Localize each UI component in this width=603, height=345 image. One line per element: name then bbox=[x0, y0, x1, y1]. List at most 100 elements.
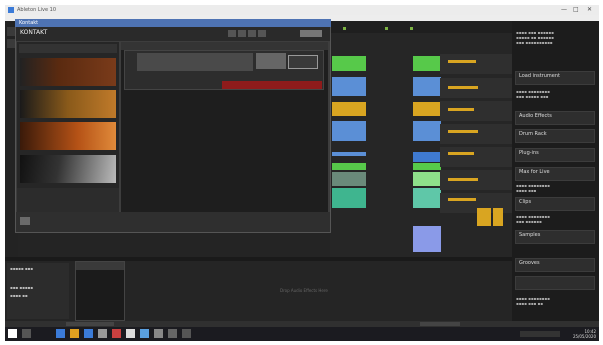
plugin-footer bbox=[16, 212, 330, 232]
library-header[interactable] bbox=[19, 44, 117, 53]
browser-item[interactable]: Max for Live bbox=[515, 167, 595, 181]
search-icon[interactable] bbox=[22, 329, 31, 338]
plugin-logo: KONTAKT bbox=[20, 29, 48, 36]
status-segment bbox=[66, 322, 114, 326]
plugin-toolbar bbox=[16, 27, 330, 41]
clip-slot[interactable] bbox=[332, 152, 366, 156]
plugin-title: Kontakt bbox=[19, 20, 39, 26]
taskbar-clock[interactable]: 10:42 25/05/2020 bbox=[572, 329, 596, 339]
plugin-footer-button[interactable] bbox=[20, 217, 30, 225]
minimize-button[interactable]: — bbox=[561, 6, 567, 13]
io-label: ▪▪▪▪▪ ▪▪▪ bbox=[10, 266, 33, 271]
track-header-row bbox=[330, 21, 512, 33]
browser-item[interactable]: Grooves bbox=[515, 258, 595, 272]
browser-item[interactable]: Drum Rack bbox=[515, 129, 595, 143]
app-icon[interactable] bbox=[112, 329, 121, 338]
start-icon[interactable] bbox=[8, 329, 17, 338]
track-mixer-strip[interactable] bbox=[440, 101, 512, 121]
app-icon[interactable] bbox=[98, 329, 107, 338]
maximize-button[interactable]: □ bbox=[573, 6, 579, 13]
track-level-meter bbox=[448, 60, 476, 63]
track-solo-button[interactable] bbox=[493, 208, 503, 226]
clock-date: 25/05/2020 bbox=[572, 334, 596, 339]
options-button[interactable] bbox=[238, 30, 246, 37]
browser-item[interactable]: Audio Effects bbox=[515, 111, 595, 125]
clip-slot[interactable] bbox=[413, 172, 441, 186]
app-icon[interactable] bbox=[168, 329, 177, 338]
view-button[interactable] bbox=[248, 30, 256, 37]
browser-item[interactable]: Plug-ins bbox=[515, 148, 595, 162]
clip-slot[interactable] bbox=[413, 226, 441, 252]
close-button[interactable]: ✕ bbox=[587, 6, 592, 13]
clip-slot[interactable] bbox=[332, 56, 366, 71]
instrument-logo bbox=[288, 55, 318, 69]
track-mixer-strip[interactable] bbox=[440, 147, 512, 167]
clip-slot[interactable] bbox=[332, 188, 366, 208]
clip-slot[interactable] bbox=[413, 188, 441, 208]
track-io-panel: ▪▪▪▪▪ ▪▪▪ ▪▪▪ ▪▪▪▪▪ ▪▪▪▪ ▪▪ bbox=[7, 263, 69, 319]
explorer-icon[interactable] bbox=[70, 329, 79, 338]
clip-slot[interactable] bbox=[332, 121, 366, 141]
clip-slot[interactable] bbox=[413, 152, 441, 162]
window-title: Ableton Live 10 bbox=[17, 7, 56, 13]
clip-slot[interactable] bbox=[332, 163, 366, 170]
instrument-banner bbox=[137, 53, 253, 71]
clip-slot[interactable] bbox=[413, 102, 441, 116]
track-level-meter bbox=[448, 130, 478, 133]
info-text: ▪▪▪▪ ▪▪▪▪▪▪▪▪ ▪▪▪▪ ▪▪▪ ▪▪ bbox=[516, 296, 550, 306]
clip-slot[interactable] bbox=[413, 77, 441, 96]
track-level-meter bbox=[448, 178, 478, 181]
drop-hint: Drop Audio Effects Here bbox=[280, 288, 328, 293]
screen: Ableton Live 10 — □ ✕ ▪▪▪▪ ▪▪▪ ▪▪▪▪▪▪ ▪▪… bbox=[0, 0, 603, 345]
instrument-device[interactable] bbox=[75, 261, 125, 321]
instrument-knobs[interactable] bbox=[256, 53, 286, 69]
app-icon[interactable] bbox=[140, 329, 149, 338]
clip-slot[interactable] bbox=[332, 77, 366, 96]
library-thumbnail[interactable] bbox=[20, 155, 116, 183]
clip-slot[interactable] bbox=[332, 172, 366, 186]
track-level-meter bbox=[448, 86, 478, 89]
library-thumbnail[interactable] bbox=[20, 58, 116, 86]
rack-header bbox=[121, 42, 328, 50]
track-activator-button[interactable] bbox=[477, 208, 491, 226]
app-icon[interactable] bbox=[154, 329, 163, 338]
taskview-icon[interactable] bbox=[56, 329, 65, 338]
clip-slot[interactable] bbox=[413, 121, 441, 141]
cpu-meter bbox=[300, 30, 322, 37]
rack-button[interactable] bbox=[258, 30, 266, 37]
track-level-meter bbox=[448, 152, 474, 155]
io-label: ▪▪▪▪ ▪▪ bbox=[10, 293, 28, 298]
library-footer bbox=[17, 188, 119, 212]
app-icon[interactable] bbox=[126, 329, 135, 338]
clip-slot[interactable] bbox=[413, 163, 441, 170]
track-status-icon bbox=[343, 27, 346, 30]
app-icon[interactable] bbox=[182, 329, 191, 338]
info-text: ▪▪▪▪ ▪▪▪ ▪▪▪▪▪▪ ▪▪▪▪▪ ▪▪ ▪▪▪▪▪▪ ▪▪▪ ▪▪▪▪▪▪… bbox=[516, 30, 554, 45]
browser-item[interactable]: Samples bbox=[515, 230, 595, 244]
taskbar bbox=[5, 327, 599, 341]
info-text: ▪▪▪▪ ▪▪▪▪▪▪▪▪ ▪▪▪ ▪▪▪▪▪▪ bbox=[516, 214, 550, 224]
browser-item[interactable]: Load instrument bbox=[515, 71, 595, 85]
io-label: ▪▪▪ ▪▪▪▪▪ bbox=[10, 285, 33, 290]
browser-item[interactable]: Clips bbox=[515, 197, 595, 211]
track-status-icon bbox=[385, 27, 388, 30]
device-title-bar[interactable] bbox=[76, 262, 124, 270]
library-thumbnail[interactable] bbox=[20, 122, 116, 150]
title-bar: Ableton Live 10 — □ ✕ bbox=[5, 5, 599, 15]
track-level-meter bbox=[448, 108, 474, 111]
browser-icon[interactable] bbox=[84, 329, 93, 338]
info-text: ▪▪▪▪ ▪▪▪▪▪▪▪▪ ▪▪▪ ▪▪▪▪▪ ▪▪▪ bbox=[516, 89, 550, 99]
files-button[interactable] bbox=[228, 30, 236, 37]
track-mixer-strip[interactable] bbox=[440, 124, 512, 144]
library-thumbnail[interactable] bbox=[20, 90, 116, 118]
clip-slot[interactable] bbox=[332, 102, 366, 116]
plugin-title-bar[interactable]: Kontakt bbox=[15, 19, 331, 27]
browser-item[interactable] bbox=[515, 276, 595, 290]
info-text: ▪▪▪▪ ▪▪▪▪▪▪▪▪ ▪▪▪▪ ▪▪▪ bbox=[516, 183, 550, 193]
clip-slot[interactable] bbox=[413, 56, 441, 71]
system-tray[interactable] bbox=[520, 331, 560, 337]
track-mixer-strip[interactable] bbox=[440, 54, 512, 74]
arrangement-lower-area bbox=[18, 233, 330, 257]
instrument-keyswitch-bar bbox=[222, 81, 322, 89]
track-level-meter bbox=[448, 198, 476, 201]
